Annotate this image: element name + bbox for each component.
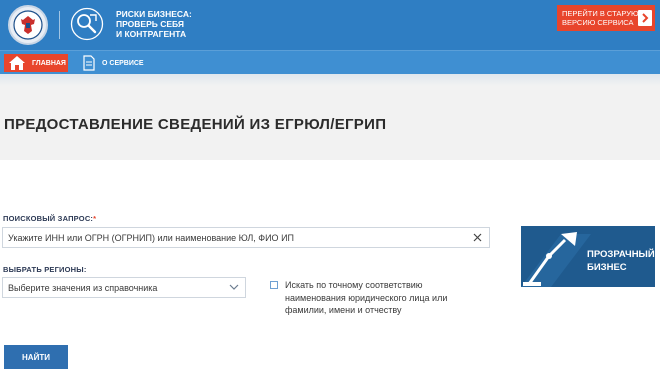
main-nav: Главная О сервисе (0, 50, 660, 74)
exact-match-label[interactable]: Искать по точному соответствию наименова… (285, 279, 485, 317)
clear-icon[interactable] (472, 232, 483, 243)
region-select[interactable]: Выберите значения из справочника (2, 277, 246, 298)
service-title-line: проверь себя (116, 19, 185, 29)
banner-line: бизнес (587, 262, 627, 273)
region-select-value: Выберите значения из справочника (8, 283, 158, 293)
search-input[interactable] (3, 228, 489, 248)
nav-about-label: О сервисе (102, 59, 144, 67)
service-title-line: и контрагента (116, 29, 187, 39)
nav-item-home[interactable]: Главная (4, 54, 68, 72)
banner-line: Прозрачный (587, 249, 655, 260)
header: Риски бизнеса: проверь себя и контрагент… (0, 0, 660, 50)
emblem-icon[interactable] (8, 5, 48, 45)
chevron-down-icon (229, 284, 239, 290)
home-icon (9, 56, 25, 70)
document-icon (83, 55, 95, 71)
region-label: Выбрать регионы: (3, 265, 87, 274)
logo-divider (59, 11, 60, 39)
nav-home-label: Главная (32, 59, 66, 67)
transparent-business-banner[interactable]: Прозрачный бизнес (521, 226, 655, 287)
find-button[interactable]: Найти (4, 345, 68, 369)
search-query-label: Поисковый запрос:* (3, 214, 96, 223)
banner-text: Прозрачный бизнес (587, 248, 655, 274)
search-query-label-text: Поисковый запрос: (3, 214, 94, 223)
service-title-line: Риски бизнеса: (116, 9, 192, 19)
old-version-button[interactable]: Перейти в старую версию сервиса (557, 5, 655, 31)
page-title: Предоставление сведений из ЕГРЮЛ/ЕГРИП (4, 116, 387, 133)
arrow-right-icon (638, 10, 652, 26)
nav-item-about[interactable]: О сервисе (82, 54, 144, 72)
exact-match-checkbox[interactable] (270, 281, 278, 289)
service-logo-icon[interactable] (70, 7, 104, 41)
search-input-container (2, 227, 490, 248)
service-title[interactable]: Риски бизнеса: проверь себя и контрагент… (116, 9, 236, 39)
nav-shadow (0, 74, 660, 86)
required-mark: * (93, 214, 97, 223)
title-band: Предоставление сведений из ЕГРЮЛ/ЕГРИП (0, 86, 660, 160)
